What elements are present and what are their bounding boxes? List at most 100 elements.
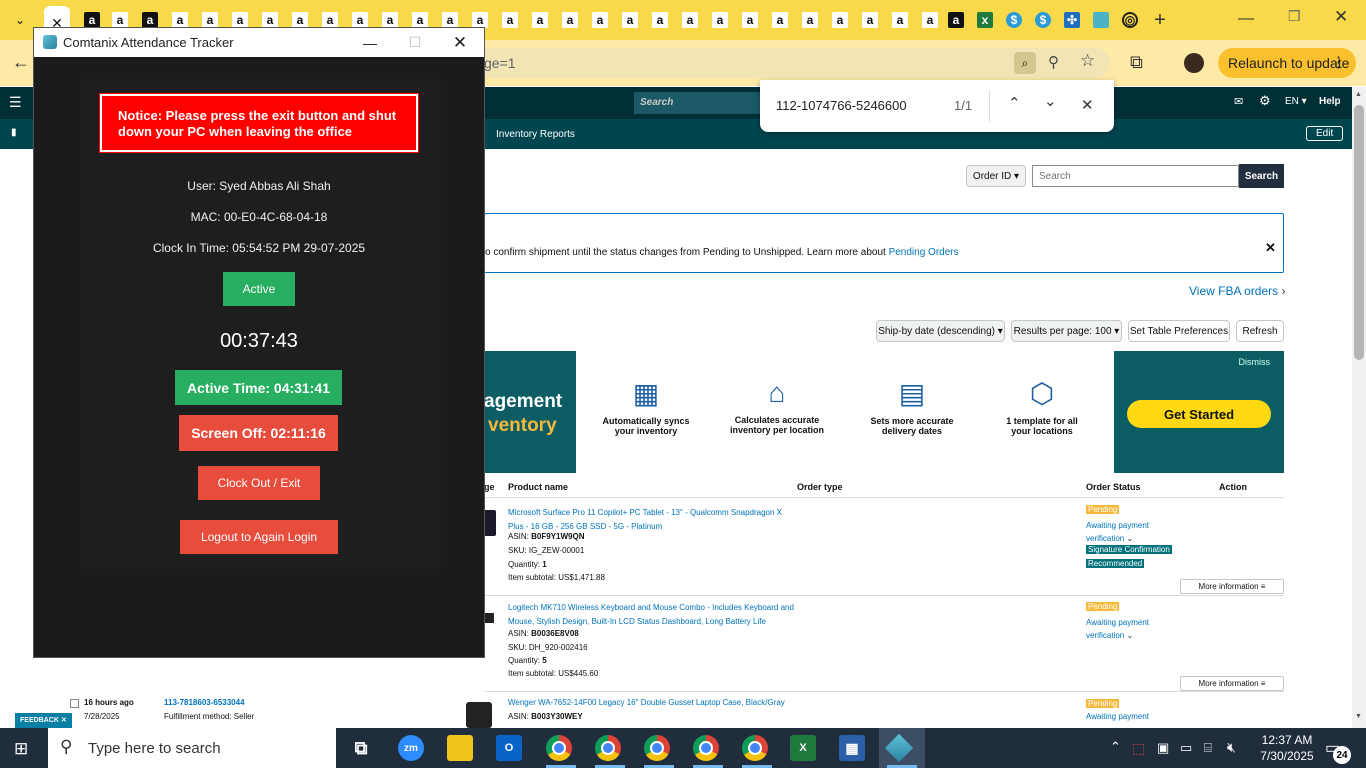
order-id-link[interactable]: 113-7818603-6533044 [164,698,245,707]
tracker-maximize-button[interactable]: ☐ [393,28,437,57]
tab-amazon-dark-30[interactable]: a [944,8,968,32]
zoom-app-icon[interactable]: zm [398,735,424,761]
find-next-icon[interactable]: ⌄ [1044,92,1057,110]
tab-chatgpt[interactable]: ◎ [1118,8,1142,32]
zoom-icon[interactable]: ⚲ [1048,53,1059,71]
bookmark-icon[interactable]: ▮ [11,127,17,138]
order-search-input[interactable]: Search [1032,165,1239,187]
edit-button[interactable]: Edit [1306,126,1344,141]
minimize-browser-button[interactable]: — [1238,10,1254,28]
tab-amazon-17[interactable]: a [558,8,582,32]
product-link[interactable]: Microsoft Surface Pro 11 Copilot+ PC Tab… [508,506,794,534]
chrome-icon[interactable] [595,735,621,761]
windows-start-icon[interactable]: ⊞ [14,739,28,759]
excel-icon[interactable]: X [790,735,816,761]
order-id-select[interactable]: Order ID ▾ [966,165,1026,187]
pending-orders-link[interactable]: Pending Orders [889,247,959,258]
chrome-icon[interactable] [644,735,670,761]
tab-amazon-23[interactable]: a [738,8,762,32]
tab-list-button[interactable]: ⌄ [8,8,32,32]
product-link[interactable]: Logitech MK710 Wireless Keyboard and Mou… [508,601,794,629]
file-explorer-icon[interactable] [447,735,473,761]
language-select[interactable]: EN ▾ [1285,96,1307,107]
help-link[interactable]: Help [1319,96,1341,107]
status-text[interactable]: Awaiting payment [1086,712,1149,721]
new-tab-button[interactable]: + [1148,8,1172,32]
tab-excel[interactable]: x [973,8,997,32]
close-browser-button[interactable]: ✕ [1334,7,1348,27]
refresh-button[interactable]: Refresh [1236,320,1284,342]
chrome-icon[interactable] [742,735,768,761]
status-text[interactable]: Awaiting payment verification ⌄ [1086,616,1176,642]
scrollbar-thumb[interactable] [1354,105,1364,360]
profile-avatar[interactable] [1184,53,1204,73]
results-per-page-select[interactable]: Results per page: 100 ▾ [1011,320,1122,342]
find-prev-icon[interactable]: ⌃ [1008,94,1021,112]
tray-app-icon[interactable]: ▣ [1157,740,1169,756]
status-text[interactable]: Awaiting payment verification ⌄ [1086,519,1176,545]
volume-muted-icon[interactable]: 🔇︎ [1227,739,1236,756]
tracker-minimize-button[interactable]: — [348,28,392,57]
tab-dollar-1[interactable]: $ [1002,8,1026,32]
hamburger-menu-icon[interactable]: ☰ [9,94,22,111]
page-scrollbar[interactable]: ▲ ▼ [1352,87,1366,728]
order-search-button[interactable]: Search [1239,164,1284,188]
chevron-up-icon[interactable]: ⌃ [1110,739,1121,755]
tracker-close-button[interactable]: ✕ [438,28,482,57]
row-checkbox[interactable] [70,699,79,708]
sort-select[interactable]: Ship-by date (descending) ▾ [876,320,1005,342]
tab-amazon-28[interactable]: a [888,8,912,32]
taskbar-search-box[interactable]: ⚲ Type here to search [48,728,336,768]
pdf-tray-icon[interactable]: ⬚ [1132,740,1145,757]
mail-icon[interactable]: ✉ [1234,95,1243,108]
tab-amazon-24[interactable]: a [768,8,792,32]
seller-search-input[interactable]: Search [634,92,774,114]
restore-browser-button[interactable]: ❐ [1288,8,1301,25]
network-icon[interactable]: ⌸ [1204,740,1212,756]
tab-dollar-2[interactable]: $ [1031,8,1055,32]
address-bar[interactable]: ge=1 ⌕ ⚲ ☆ [470,48,1110,78]
tab-amazon-21[interactable]: a [678,8,702,32]
chrome-icon[interactable] [546,735,572,761]
logout-button[interactable]: Logout to Again Login [180,520,338,554]
tab-amazon-19[interactable]: a [618,8,642,32]
tab-amazon-22[interactable]: a [708,8,732,32]
chrome-icon[interactable] [693,735,719,761]
relaunch-button[interactable]: Relaunch to update ⋮ [1218,48,1356,78]
clock[interactable]: 12:37 AM 7/30/2025 [1255,732,1319,764]
more-vert-icon[interactable]: ⋮ [1331,53,1346,71]
dismiss-link[interactable]: Dismiss [1239,357,1271,367]
get-started-button[interactable]: Get Started [1127,400,1271,428]
scroll-down-icon[interactable]: ▼ [1355,713,1362,720]
gear-icon[interactable]: ⚙ [1259,93,1271,109]
product-link[interactable]: Wenger WA-7652-14F00 Legacy 16" Double G… [508,698,785,707]
task-view-icon[interactable]: ⧉ [348,735,374,761]
inventory-reports-link[interactable]: Inventory Reports [496,129,575,140]
tab-amazon-27[interactable]: a [858,8,882,32]
outlook-icon[interactable]: O [496,735,522,761]
bookmark-star-icon[interactable]: ☆ [1080,51,1095,71]
feedback-tab[interactable]: FEEDBACK ✕ [15,713,72,728]
more-information-button[interactable]: More information ≡ [1180,676,1284,691]
tab-app-blue[interactable]: ✣ [1060,8,1084,32]
clock-out-button[interactable]: Clock Out / Exit [198,466,320,500]
find-close-icon[interactable]: ✕ [1081,96,1094,114]
calculator-icon[interactable]: ▦ [839,735,865,761]
view-fba-orders-link[interactable]: View FBA orders › [1189,284,1286,298]
tab-amazon-20[interactable]: a [648,8,672,32]
lens-icon[interactable]: ⌕ [1014,52,1036,74]
tab-amazon-29[interactable]: a [918,8,942,32]
back-button[interactable]: ← [12,52,30,73]
more-information-button[interactable]: More information ≡ [1180,579,1284,594]
tab-amazon-15[interactable]: a [498,8,522,32]
scroll-up-icon[interactable]: ▲ [1355,91,1362,98]
tab-tracker[interactable] [1089,8,1113,32]
tab-amazon-26[interactable]: a [828,8,852,32]
tab-amazon-25[interactable]: a [798,8,822,32]
set-table-preferences-button[interactable]: Set Table Preferences [1128,320,1230,342]
battery-icon[interactable]: ▭ [1180,740,1192,756]
find-query-input[interactable]: 112-1074766-5246600 [776,98,907,113]
extensions-icon[interactable]: ⧉ [1130,52,1143,73]
tab-amazon-16[interactable]: a [528,8,552,32]
close-banner-icon[interactable]: ✕ [1265,240,1276,256]
